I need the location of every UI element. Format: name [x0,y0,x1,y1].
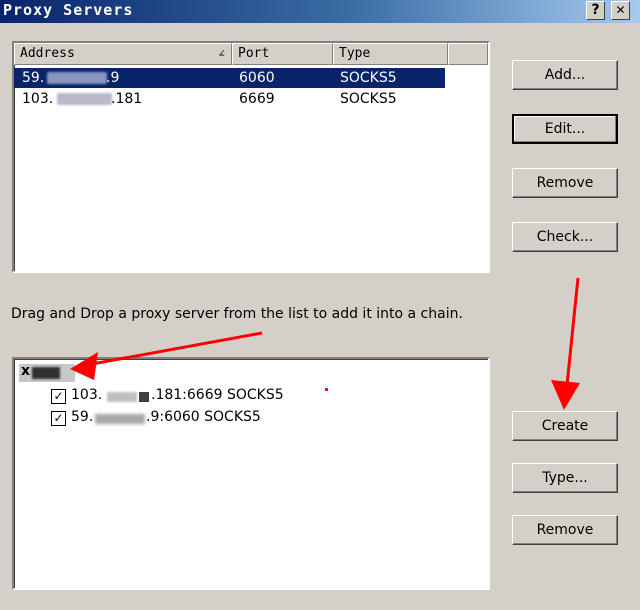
row-address-end: .9 [106,70,120,86]
row-address-start: 103. [22,91,54,107]
proxy-list[interactable]: Address ∠ Port Type 59. .9 6060 SOCKS5 1… [12,41,490,273]
help-button[interactable]: ? [586,1,605,20]
marker-dot [325,388,328,391]
column-header-port-label: Port [238,46,270,61]
add-button[interactable]: Add... [512,60,618,90]
column-header-type-label: Type [339,46,371,61]
column-header-type[interactable]: Type [333,43,448,65]
column-header-address[interactable]: Address ∠ [14,43,232,65]
row-type: SOCKS5 [340,70,397,86]
redacted-mask [32,367,60,379]
row-address-end: .181 [111,91,143,107]
chain-item-checkbox[interactable]: ✓ [51,411,66,426]
row-address-start: 59. [22,70,45,86]
title-bar: Proxy Servers ? ✕ [0,0,640,23]
column-header-port[interactable]: Port [232,43,333,65]
edit-button[interactable]: Edit... [512,114,618,144]
chain-item-checkbox[interactable]: ✓ [51,389,66,404]
chain-item-text-start: 59. [71,409,94,425]
redacted-mask [57,93,112,105]
type-button[interactable]: Type... [512,463,618,493]
row-type: SOCKS5 [340,91,397,107]
close-button[interactable]: ✕ [611,1,630,20]
table-row[interactable]: 103. .181 6669 SOCKS5 [14,89,445,109]
row-port: 6060 [239,70,275,86]
chain-root-prefix: x [21,363,31,379]
window-title: Proxy Servers [3,1,134,19]
redacted-mask [107,392,137,402]
row-port: 6669 [239,91,275,107]
chain-item-text-start: 103. [71,387,103,403]
column-header-filler [448,43,488,65]
table-row[interactable]: 59. .9 6060 SOCKS5 [14,68,445,88]
remove-chain-button[interactable]: Remove [512,515,618,545]
chain-item[interactable]: ✓ 59. .9:6060 SOCKS5 [51,409,331,429]
chain-root[interactable]: x [19,363,75,382]
redacted-mask [47,72,107,84]
chain-item-text-end: .181:6669 SOCKS5 [151,387,284,403]
column-header-address-label: Address [20,46,75,61]
check-button[interactable]: Check... [512,222,618,252]
sort-ascending-icon: ∠ [218,47,225,60]
arrow-to-create-line [565,277,580,386]
arrow-to-create-head [551,380,580,410]
create-button[interactable]: Create [512,411,618,441]
redacted-mask [139,392,149,402]
chain-tree[interactable]: x ✓ 103. .181:6669 SOCKS5 ✓ 59. .9:6060 … [12,357,490,590]
instruction-text: Drag and Drop a proxy server from the li… [11,306,463,322]
chain-item-text-end: .9:6060 SOCKS5 [146,409,261,425]
redacted-mask [95,414,145,424]
chain-item[interactable]: ✓ 103. .181:6669 SOCKS5 [51,387,331,407]
remove-proxy-button[interactable]: Remove [512,168,618,198]
